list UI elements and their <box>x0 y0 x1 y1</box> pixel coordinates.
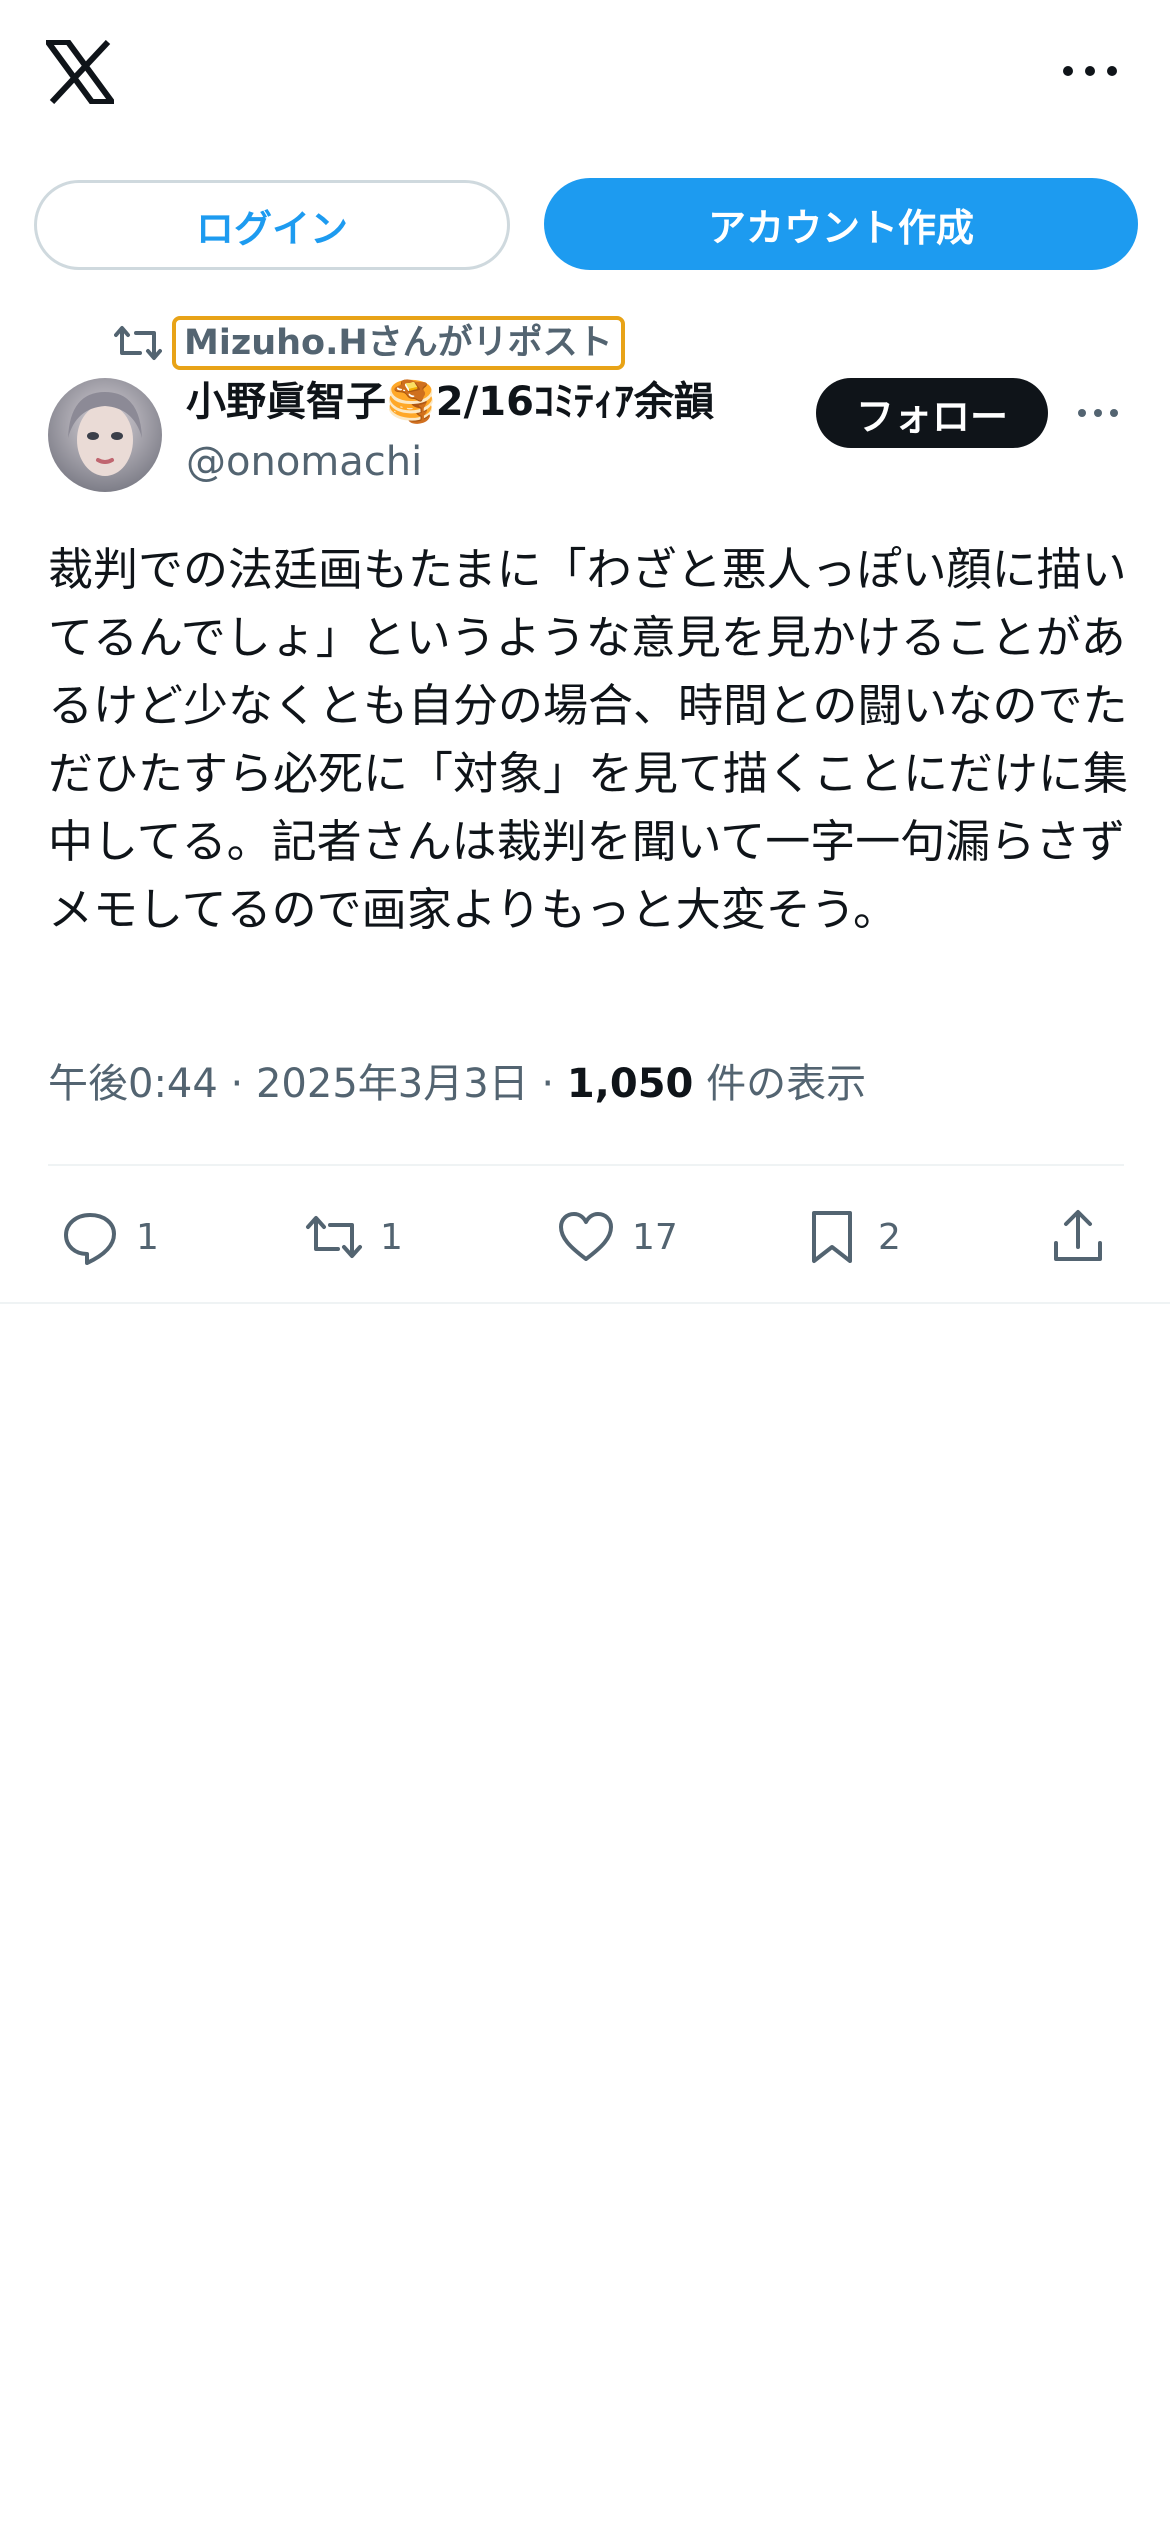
bookmark-button[interactable]: 2 <box>802 1192 901 1282</box>
signup-button[interactable]: アカウント作成 <box>544 178 1138 270</box>
author-display-name[interactable]: 小野眞智子🥞2/16ｺﾐﾃｨｱ余韻 <box>186 376 714 428</box>
avatar-image <box>48 378 162 492</box>
post-more-icon[interactable] <box>1076 398 1120 428</box>
reply-icon <box>64 1213 116 1265</box>
top-bar <box>0 0 1170 160</box>
bookmark-icon <box>812 1211 852 1263</box>
repost-context: Mizuho.Hさんがリポスト <box>114 314 625 372</box>
author-handle[interactable]: @onomachi <box>186 436 422 488</box>
post-time[interactable]: 午後0:44 <box>48 1061 218 1107</box>
like-button[interactable]: 17 <box>556 1192 678 1282</box>
repost-count: 1 <box>380 1216 403 1258</box>
login-button[interactable]: ログイン <box>34 180 510 270</box>
like-count: 17 <box>632 1216 678 1258</box>
repost-icon <box>114 326 162 360</box>
heart-icon <box>559 1212 613 1261</box>
bookmark-count: 2 <box>878 1216 901 1258</box>
x-logo-icon[interactable] <box>46 40 114 104</box>
repost-label[interactable]: Mizuho.Hさんがリポスト <box>172 316 625 370</box>
reply-button[interactable]: 1 <box>60 1192 159 1282</box>
action-bar: 1 1 17 2 <box>0 1192 1170 1282</box>
meta-separator: · <box>541 1061 555 1107</box>
divider <box>48 1164 1124 1166</box>
views-label: 件の表示 <box>706 1061 867 1107</box>
avatar[interactable] <box>48 378 162 492</box>
more-horizontal-icon[interactable] <box>1060 56 1120 86</box>
auth-buttons: ログイン アカウント作成 <box>0 178 1170 272</box>
post-metadata: 午後0:44 · 2025年3月3日 · 1,050 件の表示 <box>48 1056 866 1112</box>
post-text: 裁判での法廷画もたまに「わざと悪人っぽい顔に描いてるんでしょ」というような意見を… <box>48 543 1129 936</box>
post-date[interactable]: 2025年3月3日 <box>256 1061 529 1107</box>
divider <box>0 1302 1170 1304</box>
follow-button[interactable]: フォロー <box>816 378 1048 448</box>
meta-separator: · <box>230 1061 244 1107</box>
share-button[interactable] <box>1048 1192 1108 1282</box>
share-icon <box>1054 1210 1102 1261</box>
views-count: 1,050 <box>566 1061 694 1107</box>
reply-count: 1 <box>136 1216 159 1258</box>
repost-action-icon <box>306 1216 362 1258</box>
repost-button[interactable]: 1 <box>304 1192 403 1282</box>
